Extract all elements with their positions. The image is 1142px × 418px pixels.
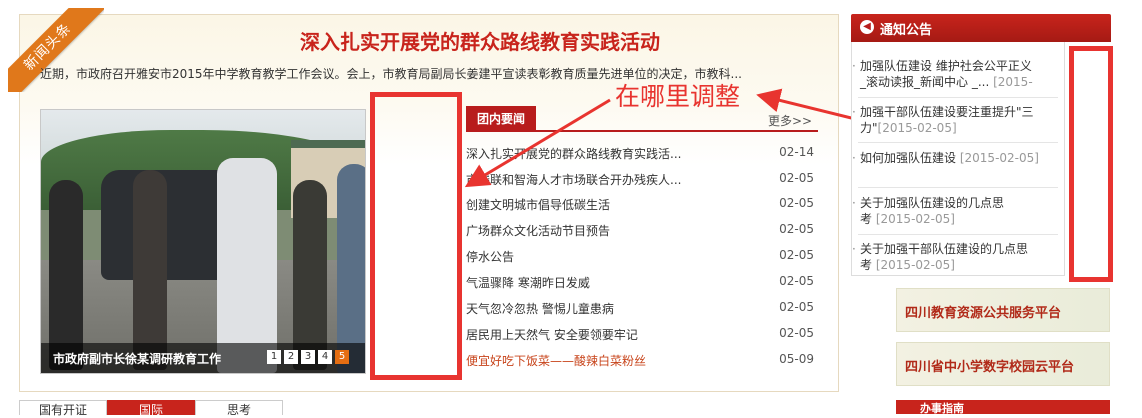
notice-title[interactable]: 通知公告: [880, 19, 932, 38]
notice-line-2[interactable]: 考: [860, 258, 872, 272]
notice-line[interactable]: 关于加强队伍建设的几点思: [860, 195, 1060, 211]
notice-line[interactable]: _滚动读报_新闻中心 _... [2015-: [860, 74, 1060, 90]
guide-title[interactable]: 办事指南: [920, 400, 964, 416]
notice-date: [2015-02-05]: [875, 212, 955, 226]
divider: [858, 97, 1058, 98]
notice-date: [2015-02-05]: [875, 258, 955, 272]
notice-item[interactable]: 关于加强队伍建设的几点思 考 [2015-02-05]: [852, 195, 1060, 227]
tab-bottom-3[interactable]: 思考: [195, 400, 283, 417]
banner-resource-platform[interactable]: 四川教育资源公共服务平台: [896, 288, 1110, 332]
banner-text[interactable]: 四川教育资源公共服务平台: [905, 302, 1061, 321]
notice-line[interactable]: 加强干部队伍建设要注重提升"三: [860, 104, 1060, 120]
annotation-box-right: [1069, 46, 1113, 282]
notice-line[interactable]: 如何加强队伍建设 [2015-02-05]: [860, 150, 1060, 166]
divider: [858, 187, 1058, 188]
notice-line[interactable]: 考 [2015-02-05]: [860, 211, 1060, 227]
divider: [858, 234, 1058, 235]
notice-item[interactable]: 关于加强干部队伍建设的几点思 考 [2015-02-05]: [852, 241, 1060, 273]
notice-line-1[interactable]: 如何加强队伍建设: [860, 151, 956, 165]
notice-item[interactable]: 加强队伍建设 维护社会公平正义 _滚动读报_新闻中心 _... [2015-: [852, 58, 1060, 90]
notice-line[interactable]: 关于加强干部队伍建设的几点思: [860, 241, 1060, 257]
divider: [858, 142, 1058, 143]
notice-line[interactable]: 加强队伍建设 维护社会公平正义: [860, 58, 1060, 74]
banner-cloud-platform[interactable]: 四川省中小学数字校园云平台: [896, 342, 1110, 386]
speaker-icon: ◀: [860, 20, 874, 34]
notice-line-2[interactable]: 力": [860, 121, 878, 135]
notice-item[interactable]: 如何加强队伍建设 [2015-02-05]: [852, 150, 1060, 166]
notice-line-2[interactable]: _滚动读报_新闻中心 _...: [860, 75, 989, 89]
notice-item[interactable]: 加强干部队伍建设要注重提升"三 力"[2015-02-05]: [852, 104, 1060, 136]
tab-bottom-2[interactable]: 国际: [107, 400, 195, 417]
tab-bottom-1[interactable]: 国有开证: [19, 400, 107, 417]
arrow-left: [464, 98, 611, 188]
notice-date: [2015-02-05]: [877, 121, 957, 135]
notice-line-2[interactable]: 考: [860, 212, 872, 226]
notice-date: [2015-: [993, 75, 1033, 89]
notice-line[interactable]: 力"[2015-02-05]: [860, 120, 1060, 136]
banner-text[interactable]: 四川省中小学数字校园云平台: [905, 356, 1074, 375]
notice-date: [2015-02-05]: [959, 151, 1039, 165]
notice-line[interactable]: 考 [2015-02-05]: [860, 257, 1060, 273]
